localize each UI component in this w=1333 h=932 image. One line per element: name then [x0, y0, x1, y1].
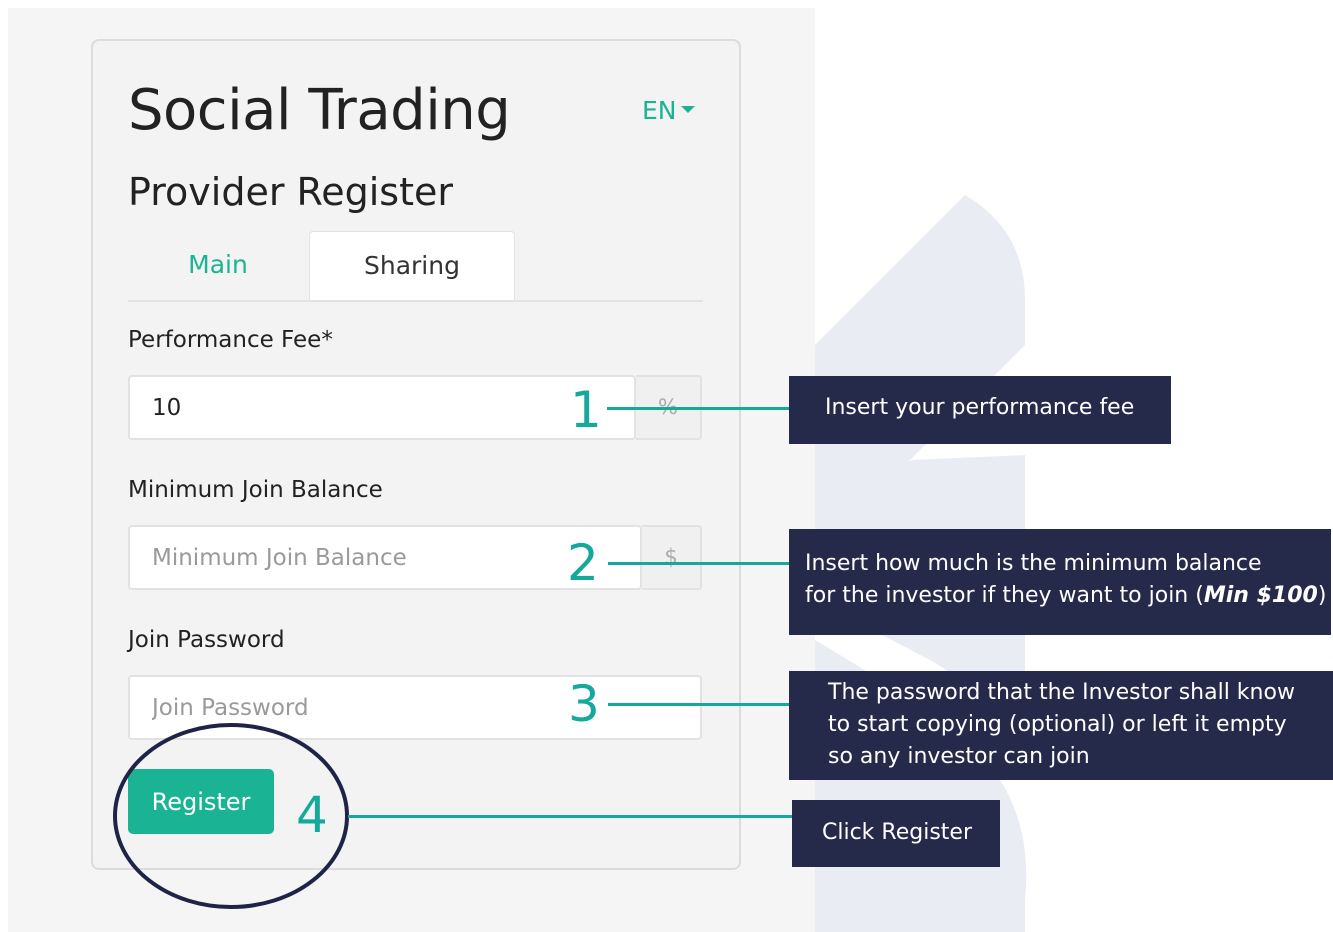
- callout-text-3-line-2: to start copying (optional) or left it e…: [828, 712, 1287, 737]
- callout-leader-line-3: [608, 703, 789, 706]
- callout-box-2: Insert how much is the minimum balance f…: [789, 529, 1331, 635]
- callout-box-1: Insert your performance fee: [789, 376, 1171, 444]
- callout-leader-line-2: [608, 562, 789, 565]
- min-amount-emphasis: Min $100: [1203, 583, 1318, 608]
- caret-down-icon: [680, 105, 695, 113]
- performance-fee-input[interactable]: [128, 375, 636, 440]
- callout-text-2-line-1: Insert how much is the minimum balance: [805, 551, 1262, 576]
- language-selector[interactable]: EN: [642, 96, 695, 125]
- callout-text-1: Insert your performance fee: [825, 395, 1135, 420]
- performance-fee-label: Performance Fee*: [128, 327, 333, 353]
- tab-divider: [128, 300, 703, 302]
- callout-text-3-line-3: so any investor can join: [828, 744, 1090, 769]
- callout-leader-line-1: [607, 407, 789, 410]
- callout-number-4: 4: [296, 786, 328, 844]
- language-label: EN: [642, 96, 677, 125]
- join-password-label: Join Password: [128, 627, 285, 653]
- callout-number-2: 2: [567, 534, 599, 592]
- callout-text-3-line-1: The password that the Investor shall kno…: [828, 680, 1295, 705]
- dollar-addon: $: [642, 525, 702, 590]
- callout-box-3: The password that the Investor shall kno…: [789, 671, 1333, 780]
- callout-leader-line-4: [348, 815, 792, 818]
- callout-number-1: 1: [570, 381, 602, 439]
- callout-number-3: 3: [568, 675, 600, 733]
- app-title: Social Trading: [128, 78, 511, 143]
- min-join-balance-input[interactable]: [128, 525, 642, 590]
- tab-main[interactable]: Main: [128, 232, 308, 300]
- page-subtitle: Provider Register: [128, 170, 453, 214]
- callout-box-4: Click Register: [792, 800, 1000, 867]
- tab-sharing[interactable]: Sharing: [309, 231, 515, 302]
- min-join-balance-label: Minimum Join Balance: [128, 477, 383, 503]
- callout-text-4: Click Register: [822, 820, 972, 845]
- callout-text-2-line-2: for the investor if they want to join (M…: [805, 583, 1327, 608]
